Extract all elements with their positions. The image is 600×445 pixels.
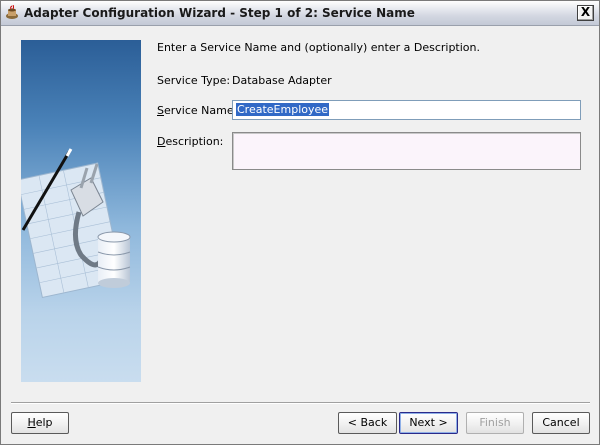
footer-separator xyxy=(11,402,590,404)
back-button[interactable]: < Back xyxy=(338,412,397,434)
back-button-label: < Back xyxy=(347,416,388,429)
title-bar[interactable]: Adapter Configuration Wizard - Step 1 of… xyxy=(1,1,599,26)
next-button[interactable]: Next > xyxy=(399,412,458,434)
help-button-label: Help xyxy=(27,416,53,429)
finish-button-label: Finish xyxy=(479,416,511,429)
service-name-value: CreateEmployee xyxy=(236,103,330,116)
service-name-label: Service Name: xyxy=(157,104,238,117)
cancel-button-label: Cancel xyxy=(542,416,580,429)
close-button[interactable]: X xyxy=(577,5,594,21)
service-type-value: Database Adapter xyxy=(232,74,332,87)
wizard-window: Adapter Configuration Wizard - Step 1 of… xyxy=(0,0,600,445)
java-cup-icon xyxy=(6,5,18,19)
description-label: Description: xyxy=(157,135,224,148)
next-button-label: Next > xyxy=(409,416,448,429)
window-title: Adapter Configuration Wizard - Step 1 of… xyxy=(24,6,415,20)
help-button[interactable]: Help xyxy=(11,412,69,434)
close-icon: X xyxy=(580,5,591,19)
cancel-button[interactable]: Cancel xyxy=(532,412,590,434)
service-type-label: Service Type: xyxy=(157,74,231,87)
intro-text: Enter a Service Name and (optionally) en… xyxy=(157,41,480,54)
description-input[interactable] xyxy=(232,132,581,170)
service-name-input[interactable]: CreateEmployee xyxy=(232,100,581,120)
adapter-illustration xyxy=(21,40,141,382)
finish-button[interactable]: Finish xyxy=(466,412,524,434)
